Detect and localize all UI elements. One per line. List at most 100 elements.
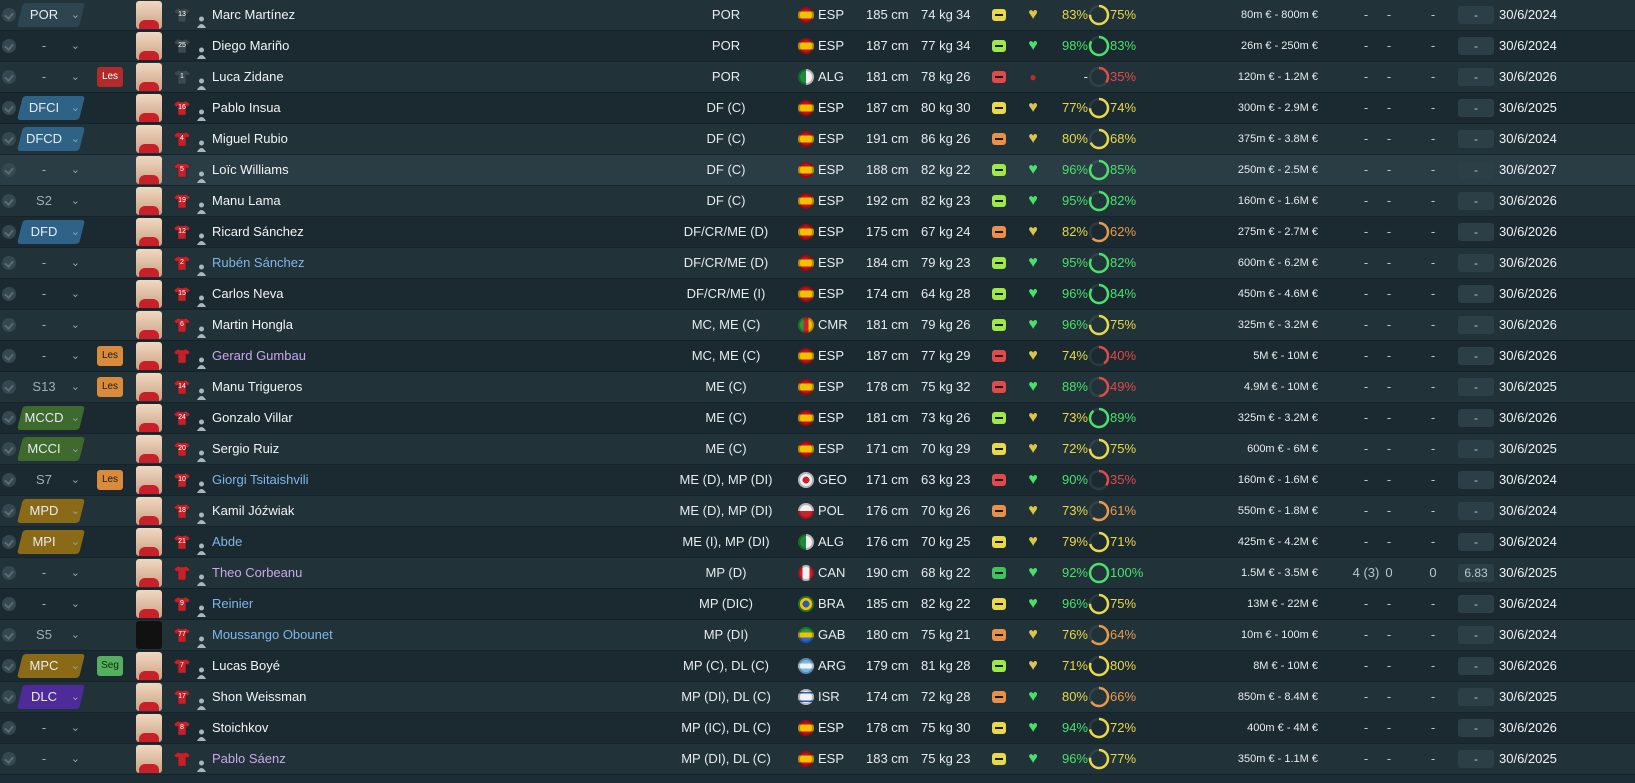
player-name-link[interactable]: Manu Lama <box>212 186 281 216</box>
player-avatar[interactable] <box>136 63 162 91</box>
player-avatar[interactable] <box>136 559 162 587</box>
player-name-link[interactable]: Martin Hongla <box>212 310 293 340</box>
position-select[interactable]: - ⌄ <box>18 747 86 771</box>
player-avatar[interactable] <box>136 404 162 432</box>
row-select-checkbox[interactable] <box>2 8 16 22</box>
player-avatar[interactable] <box>136 466 162 494</box>
player-name-link[interactable]: Ricard Sánchez <box>212 217 304 247</box>
table-row[interactable]: - ⌄ Les Gerard Gumbau MC, ME (C) ESP 187 cm 77 … <box>0 341 1635 372</box>
player-name-link[interactable]: Kamil Jóźwiak <box>212 496 294 526</box>
row-select-checkbox[interactable] <box>2 597 16 611</box>
row-select-checkbox[interactable] <box>2 628 16 642</box>
position-select[interactable]: MCCI ⌄ <box>17 437 86 461</box>
player-name-link[interactable]: Gerard Gumbau <box>212 341 306 371</box>
row-select-checkbox[interactable] <box>2 411 16 425</box>
position-select[interactable]: - ⌄ <box>18 251 86 275</box>
row-select-checkbox[interactable] <box>2 194 16 208</box>
table-row[interactable]: MPD ⌄ 18 Kamil Jóźwiak ME (D), MP (DI) POL 176… <box>0 496 1635 527</box>
row-select-checkbox[interactable] <box>2 473 16 487</box>
player-name-link[interactable]: Miguel Rubio <box>212 124 288 154</box>
table-row[interactable]: MCCD ⌄ 24 Gonzalo Villar ME (C) ESP 181 cm 73 k… <box>0 403 1635 434</box>
player-name-link[interactable]: Rubén Sánchez <box>212 248 305 278</box>
row-select-checkbox[interactable] <box>2 132 16 146</box>
player-name-link[interactable]: Theo Corbeanu <box>212 558 302 588</box>
player-name-link[interactable]: Reinier <box>212 589 253 619</box>
position-select[interactable]: MPC ⌄ <box>17 654 86 678</box>
row-select-checkbox[interactable] <box>2 566 16 580</box>
row-select-checkbox[interactable] <box>2 163 16 177</box>
table-row[interactable]: - ⌄ Pablo Sáenz MP (DI), DL (C) ESP 183 cm 75 … <box>0 744 1635 775</box>
row-select-checkbox[interactable] <box>2 504 16 518</box>
table-row[interactable]: - ⌄ 6 Martin Hongla MC, ME (C) CMR 181 cm 79 kg… <box>0 310 1635 341</box>
table-row[interactable]: S2 ⌄ 19 Manu Lama DF (C) ESP 192 cm 82 kg 23 ♥ 95%… <box>0 186 1635 217</box>
row-select-checkbox[interactable] <box>2 39 16 53</box>
table-row[interactable]: DFCD ⌄ 4 Miguel Rubio DF (C) ESP 191 cm 86 kg 26… <box>0 124 1635 155</box>
player-avatar[interactable] <box>136 435 162 463</box>
table-row[interactable]: - ⌄ Theo Corbeanu MP (D) CAN 190 cm 68 kg 22 ♥ 92… <box>0 558 1635 589</box>
table-row[interactable]: MCCI ⌄ 20 Sergio Ruiz ME (C) ESP 171 cm 70 kg 29… <box>0 434 1635 465</box>
player-avatar[interactable] <box>136 218 162 246</box>
table-row[interactable]: - ⌄ 2 Rubén Sánchez DF/CR/ME (D) ESP 184 cm 79 … <box>0 248 1635 279</box>
position-select[interactable]: DFCI ⌄ <box>17 96 86 120</box>
player-name-link[interactable]: Moussango Obounet <box>212 620 333 650</box>
position-select[interactable]: DFD ⌄ <box>17 220 86 244</box>
player-avatar[interactable] <box>136 621 162 649</box>
player-name-link[interactable]: Giorgi Tsitaishvili <box>212 465 309 495</box>
player-name-link[interactable]: Luca Zidane <box>212 62 284 92</box>
player-avatar[interactable] <box>136 683 162 711</box>
row-select-checkbox[interactable] <box>2 721 16 735</box>
player-avatar[interactable] <box>136 528 162 556</box>
position-select[interactable]: - ⌄ <box>18 34 86 58</box>
row-select-checkbox[interactable] <box>2 535 16 549</box>
row-select-checkbox[interactable] <box>2 225 16 239</box>
player-avatar[interactable] <box>136 32 162 60</box>
position-select[interactable]: DLC ⌄ <box>17 685 86 709</box>
position-select[interactable]: S5 ⌄ <box>18 623 86 647</box>
player-name-link[interactable]: Lucas Boyé <box>212 651 280 681</box>
table-row[interactable]: DLC ⌄ 17 Shon Weissman MP (DI), DL (C) ISR 174… <box>0 682 1635 713</box>
table-row[interactable]: - ⌄ 5 Loïc Williams DF (C) ESP 188 cm 82 kg 22 ♥ 9… <box>0 155 1635 186</box>
player-avatar[interactable] <box>136 497 162 525</box>
position-select[interactable]: S13 ⌄ <box>18 375 86 399</box>
player-avatar[interactable] <box>136 156 162 184</box>
table-row[interactable]: POR ⌄ 13 Marc Martínez POR ESP 185 cm 74 kg 34 ♥ 8… <box>0 0 1635 31</box>
player-avatar[interactable] <box>136 187 162 215</box>
row-select-checkbox[interactable] <box>2 442 16 456</box>
position-select[interactable]: MCCD ⌄ <box>17 406 86 430</box>
row-select-checkbox[interactable] <box>2 349 16 363</box>
table-row[interactable]: DFCI ⌄ 16 Pablo Insua DF (C) ESP 187 cm 80 kg 30… <box>0 93 1635 124</box>
player-name-link[interactable]: Abde <box>212 527 242 557</box>
player-avatar[interactable] <box>136 94 162 122</box>
player-avatar[interactable] <box>136 590 162 618</box>
table-row[interactable]: S5 ⌄ 77 Moussango Obounet MP (DI) GAB 180 cm 75… <box>0 620 1635 651</box>
table-row[interactable]: S7 ⌄ Les 10 Giorgi Tsitaishvili ME (D), MP (D… <box>0 465 1635 496</box>
player-avatar[interactable] <box>136 745 162 773</box>
player-name-link[interactable]: Stoichkov <box>212 713 268 743</box>
player-avatar[interactable] <box>136 280 162 308</box>
player-avatar[interactable] <box>136 249 162 277</box>
row-select-checkbox[interactable] <box>2 690 16 704</box>
player-avatar[interactable] <box>136 373 162 401</box>
player-name-link[interactable]: Sergio Ruiz <box>212 434 279 464</box>
position-select[interactable]: - ⌄ <box>18 592 86 616</box>
position-select[interactable]: - ⌄ <box>18 344 86 368</box>
player-name-link[interactable]: Diego Mariño <box>212 31 289 61</box>
position-select[interactable]: MPI ⌄ <box>17 530 86 554</box>
player-avatar[interactable] <box>136 125 162 153</box>
table-row[interactable]: - ⌄ Les 1 Luca Zidane POR ALG 181 cm 78 kg 26 ● -35… <box>0 62 1635 93</box>
position-select[interactable]: - ⌄ <box>18 716 86 740</box>
table-row[interactable]: S13 ⌄ Les 14 Manu Trigueros ME (C) ESP 178 cm 75… <box>0 372 1635 403</box>
position-select[interactable]: S2 ⌄ <box>18 189 86 213</box>
player-name-link[interactable]: Pablo Sáenz <box>212 744 286 774</box>
table-row[interactable]: - ⌄ 9 Reinier MP (DIC) BRA 185 cm 82 kg 22 ♥ 96% 75… <box>0 589 1635 620</box>
row-select-checkbox[interactable] <box>2 318 16 332</box>
player-name-link[interactable]: Carlos Neva <box>212 279 284 309</box>
position-select[interactable]: - ⌄ <box>18 65 86 89</box>
player-name-link[interactable]: Manu Trigueros <box>212 372 302 402</box>
position-select[interactable]: - ⌄ <box>18 158 86 182</box>
row-select-checkbox[interactable] <box>2 380 16 394</box>
row-select-checkbox[interactable] <box>2 659 16 673</box>
player-name-link[interactable]: Marc Martínez <box>212 0 295 30</box>
position-select[interactable]: POR ⌄ <box>17 3 86 27</box>
player-name-link[interactable]: Loïc Williams <box>212 155 289 185</box>
